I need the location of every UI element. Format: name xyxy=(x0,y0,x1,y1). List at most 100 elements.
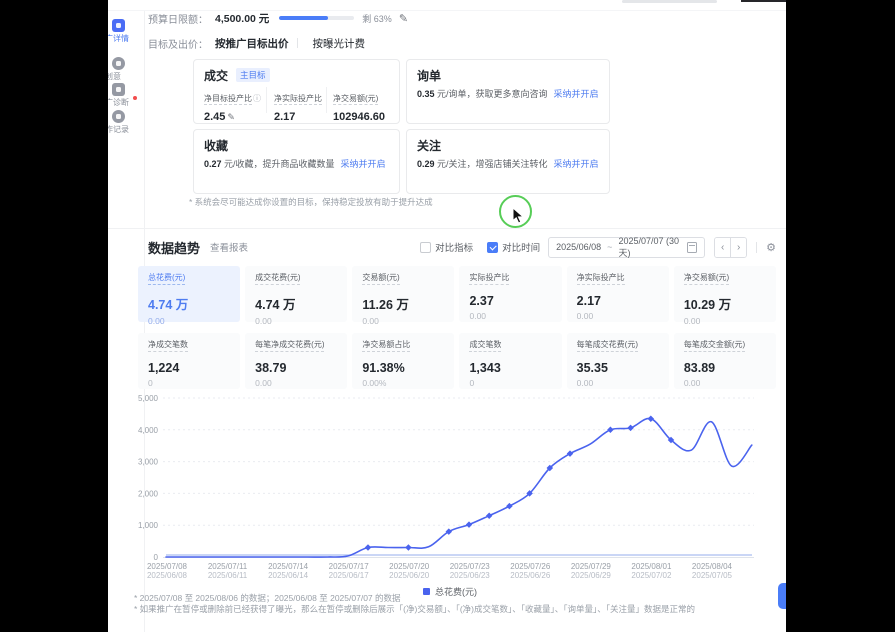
header-divider xyxy=(756,242,757,253)
metric-tile[interactable]: 每笔成交金额(元)83.890.00 xyxy=(674,333,776,389)
metric-tile[interactable]: 每笔成交花费(元) 35.35 0.00 xyxy=(567,333,669,389)
x-axis-label-current: 2025/07/14 xyxy=(268,562,309,571)
compare-metric-checkbox[interactable] xyxy=(420,242,431,253)
metric-tile[interactable]: 实际投产比2.370.00 xyxy=(459,266,561,322)
goal-card-inquiry: 询单 0.35 元/询单，获取更多意向咨询采纳并开启 xyxy=(406,59,610,124)
metric-tile[interactable]: 成交笔数1,3430 xyxy=(459,333,561,389)
tile-value: 4.74 万 xyxy=(148,294,230,313)
chart-footnote-disclaimer: * 如果推广在暂停或删除前已经获得了曝光，那么在暂停或删除后展示「(净)交易额」… xyxy=(134,603,695,615)
budget-remaining: 剩 63% xyxy=(362,12,392,25)
metric-tile[interactable]: 净成交笔数1,2240 xyxy=(138,333,240,389)
budget-edit-pencil-icon[interactable]: ✎ xyxy=(399,12,408,25)
tile-compare-value: 0.00 xyxy=(255,378,337,388)
next-period-button[interactable]: › xyxy=(730,238,746,257)
daily-budget-row: 预算日限额： 4,500.00 元 剩 63% ✎ xyxy=(148,11,408,25)
date-end: 2025/07/07 (30天) xyxy=(618,236,686,259)
screenshot-stage: 广详情 创意 广诊断 作记录 预算日限额： 4,500.00 元 剩 63% xyxy=(0,0,895,632)
card-description: 0.29 元/关注，增强店铺关注转化采纳并开启 xyxy=(417,157,599,170)
tile-value: 35.35 xyxy=(577,361,659,375)
data-point-marker xyxy=(365,544,372,551)
sidebar-item-promo-detail[interactable]: 广详情 xyxy=(108,17,144,51)
compare-time-checkbox[interactable] xyxy=(487,242,498,253)
x-axis-label-current: 2025/07/11 xyxy=(208,562,248,571)
tab-bid-by-exposure[interactable]: 按曝光计费 xyxy=(313,36,366,51)
sidebar-item-records[interactable]: 作记录 xyxy=(108,108,144,142)
info-icon[interactable]: ⓘ xyxy=(253,94,261,103)
y-axis-label: 4,000 xyxy=(138,426,159,435)
metric-tiles-grid: 总花费(元) 4.74 万 0.00 成交花费(元) 4.74 万 0.00 交易额(元) 1… xyxy=(138,266,776,389)
tile-label: 交易额(元) xyxy=(362,272,399,285)
goal-card-follow: 关注 0.29 元/关注，增强店铺关注转化采纳并开启 xyxy=(406,129,610,194)
notification-dot xyxy=(133,96,137,100)
tab-bid-by-goal[interactable]: 按推广目标出价 xyxy=(215,36,289,51)
x-axis-label-compare: 2025/07/02 xyxy=(631,571,672,580)
tile-label: 总花费(元) xyxy=(148,272,185,285)
trend-title: 数据趋势 xyxy=(148,238,200,257)
tile-value: 4.74 万 xyxy=(255,294,337,313)
tile-label: 净交易额(元) xyxy=(684,272,729,285)
data-point-marker xyxy=(486,512,493,519)
calendar-icon xyxy=(687,242,697,253)
tile-label: 每笔成交花费(元) xyxy=(577,339,638,352)
budget-value: 4,500.00 元 xyxy=(215,11,269,26)
y-axis-label: 2,000 xyxy=(138,489,159,498)
card-title: 收藏 xyxy=(204,137,228,154)
tile-value: 11.26 万 xyxy=(362,294,444,313)
x-axis-label-compare: 2025/07/05 xyxy=(692,571,733,580)
y-axis-label: 3,000 xyxy=(138,458,159,467)
tile-value: 91.38% xyxy=(362,361,444,375)
x-axis-label-current: 2025/07/23 xyxy=(450,562,491,571)
tile-label: 成交花费(元) xyxy=(255,272,300,285)
prev-period-button[interactable]: ‹ xyxy=(715,238,730,257)
adopt-enable-link[interactable]: 采纳并开启 xyxy=(341,159,386,169)
date-start: 2025/06/08 xyxy=(556,242,601,252)
metric-edit-pencil-icon[interactable]: ✎ xyxy=(227,112,235,122)
tile-value: 1,343 xyxy=(469,361,551,375)
tab-divider xyxy=(297,38,298,48)
view-report-link[interactable]: 查看报表 xyxy=(210,240,248,254)
goal-card-favorite: 收藏 0.27 元/收藏，提升商品收藏数量采纳并开启 xyxy=(193,129,400,194)
metric-tile[interactable]: 每笔净成交花费(元)38.790.00 xyxy=(245,333,347,389)
adopt-enable-link[interactable]: 采纳并开启 xyxy=(554,89,599,99)
card-title: 询单 xyxy=(417,67,441,84)
metric-tile[interactable]: 净实际投产比2.170.00 xyxy=(567,266,669,322)
tile-label: 实际投产比 xyxy=(469,272,509,285)
sidebar-item-label: 广详情 xyxy=(108,33,129,44)
adopt-enable-link[interactable]: 采纳并开启 xyxy=(554,159,599,169)
budget-label: 预算日限额： xyxy=(148,11,208,26)
tile-value: 1,224 xyxy=(148,361,230,375)
x-axis-label-current: 2025/07/26 xyxy=(510,562,551,571)
floating-widget-edge[interactable] xyxy=(778,583,786,609)
x-axis-label-current: 2025/07/20 xyxy=(389,562,430,571)
metric-tile[interactable]: 净交易额占比91.38%0.00% xyxy=(352,333,454,389)
x-axis-label-compare: 2025/06/11 xyxy=(208,571,248,580)
date-range-picker[interactable]: 2025/06/08 ~ 2025/07/07 (30天) xyxy=(548,237,705,258)
budget-progress-bar xyxy=(279,16,354,20)
gear-icon[interactable]: ⚙ xyxy=(766,241,776,254)
tile-compare-value: 0.00 xyxy=(577,378,659,388)
x-axis-label-compare: 2025/06/26 xyxy=(510,571,551,580)
data-point-marker xyxy=(648,415,655,422)
metric-tile[interactable]: 总花费(元)4.74 万0.00 xyxy=(138,266,240,322)
budget-progress-fill xyxy=(279,16,328,20)
card-description: 0.27 元/收藏，提升商品收藏数量采纳并开启 xyxy=(204,157,386,170)
data-point-marker xyxy=(506,503,513,510)
card-title: 关注 xyxy=(417,137,441,154)
metric-tile[interactable]: 成交花费(元)4.74 万0.00 xyxy=(245,266,347,322)
tile-compare-value: 0.00 xyxy=(469,311,551,321)
tile-compare-value: 0.00 xyxy=(148,316,230,326)
section-divider xyxy=(108,228,786,229)
sidebar-item-label: 广诊断 xyxy=(108,97,129,108)
metric-net-target-roi: 净目标投产比ⓘ 2.45✎ xyxy=(204,88,261,123)
x-axis-label-current: 2025/07/08 xyxy=(147,562,188,571)
x-axis-label-current: 2025/08/04 xyxy=(692,562,733,571)
chart-legend[interactable]: 总花费(元) xyxy=(390,585,510,598)
period-pager: ‹ › xyxy=(714,237,747,258)
x-axis-label-compare: 2025/06/14 xyxy=(268,571,309,580)
x-axis-label-current: 2025/07/29 xyxy=(571,562,612,571)
metric-tile[interactable]: 净交易额(元)10.29 万0.00 xyxy=(674,266,776,322)
x-axis-label-compare: 2025/06/08 xyxy=(147,571,188,580)
metric-tile[interactable]: 交易额(元)11.26 万0.00 xyxy=(352,266,454,322)
records-icon xyxy=(112,110,125,123)
tile-value: 2.17 xyxy=(577,294,659,308)
